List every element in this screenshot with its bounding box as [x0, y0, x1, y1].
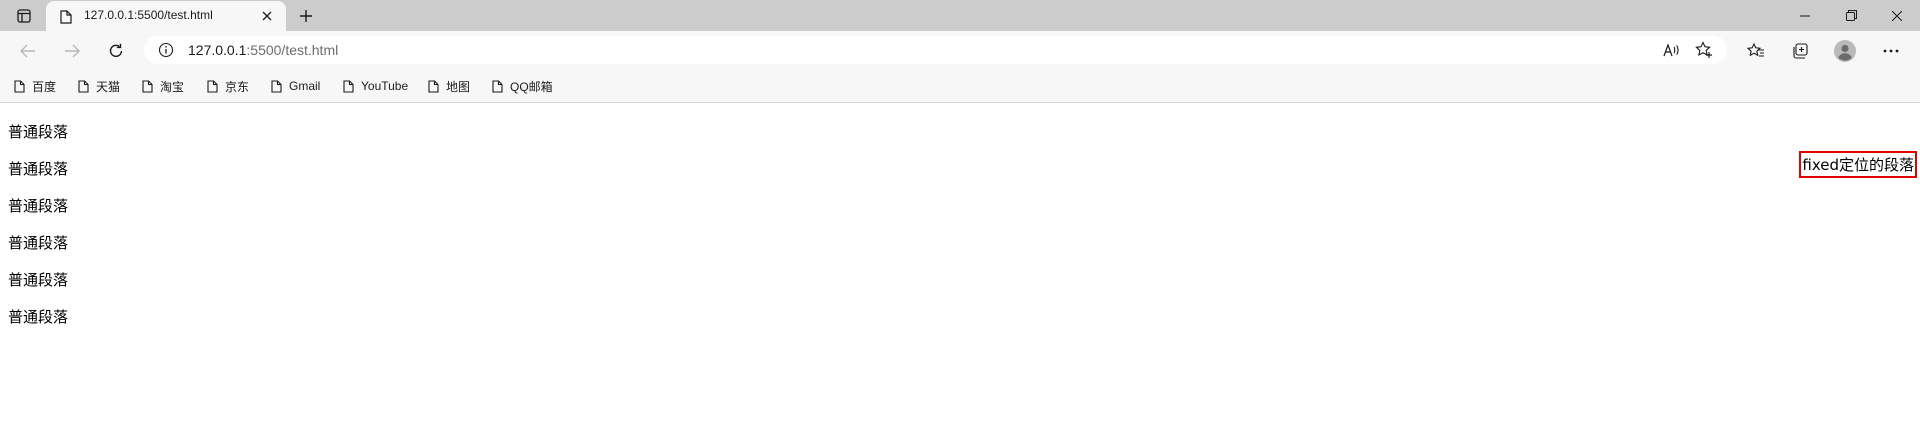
url-text[interactable]: 127.0.0.1:5500/test.html — [188, 42, 338, 58]
page-icon — [428, 79, 439, 93]
page-content: 普通段落 普通段落 普通段落 普通段落 普通段落 普通段落 fixed定位的段落 — [0, 103, 1920, 431]
bookmark-item[interactable]: 百度 — [14, 76, 56, 96]
restore-button[interactable] — [1828, 0, 1874, 31]
bookmarks-bar: 百度 天猫 淘宝 京东 Gmail YouTube 地图 QQ邮箱 — [0, 70, 1920, 103]
page-icon — [78, 79, 89, 93]
normal-paragraph: 普通段落 — [8, 234, 69, 252]
bookmark-item[interactable]: 淘宝 — [142, 76, 184, 96]
navigation-toolbar: 127.0.0.1:5500/test.html — [0, 31, 1920, 70]
page-icon — [343, 79, 354, 93]
refresh-button[interactable] — [102, 38, 130, 64]
page-icon — [492, 79, 503, 93]
bookmark-label: 京东 — [225, 79, 250, 94]
page-icon — [271, 79, 282, 93]
read-aloud-icon[interactable] — [1662, 41, 1682, 59]
bookmark-item[interactable]: Gmail — [271, 76, 320, 96]
add-favorite-icon[interactable] — [1694, 41, 1714, 59]
bookmark-label: 地图 — [446, 79, 471, 94]
normal-paragraph: 普通段落 — [8, 308, 69, 326]
close-icon[interactable] — [258, 7, 276, 25]
site-info-icon[interactable] — [158, 42, 174, 62]
normal-paragraph: 普通段落 — [8, 271, 69, 289]
collections-icon[interactable] — [1788, 39, 1812, 63]
active-tab[interactable]: 127.0.0.1:5500/test.html — [46, 1, 286, 31]
bookmark-label: Gmail — [289, 79, 321, 93]
page-icon — [60, 9, 72, 28]
more-options-icon[interactable] — [1879, 39, 1903, 63]
address-bar[interactable]: 127.0.0.1:5500/test.html — [144, 36, 1727, 64]
favorites-icon[interactable] — [1744, 39, 1768, 63]
normal-paragraph: 普通段落 — [8, 197, 69, 215]
new-tab-button[interactable] — [294, 4, 318, 28]
back-button[interactable] — [14, 38, 42, 64]
tab-strip: 127.0.0.1:5500/test.html — [0, 0, 1920, 31]
normal-paragraph: 普通段落 — [8, 160, 69, 178]
tab-title: 127.0.0.1:5500/test.html — [84, 8, 213, 22]
bookmark-item[interactable]: 地图 — [428, 76, 470, 96]
normal-paragraph: 普通段落 — [8, 123, 69, 141]
bookmark-label: QQ邮箱 — [510, 79, 553, 94]
bookmark-item[interactable]: 天猫 — [78, 76, 120, 96]
bookmark-label: 百度 — [32, 79, 57, 94]
tab-actions-icon[interactable] — [12, 5, 36, 27]
fixed-positioned-paragraph: fixed定位的段落 — [1799, 151, 1917, 178]
bookmark-label: YouTube — [361, 79, 409, 93]
page-icon — [14, 79, 25, 93]
close-window-button[interactable] — [1874, 0, 1920, 31]
bookmark-label: 淘宝 — [160, 79, 185, 94]
forward-button[interactable] — [58, 38, 86, 64]
bookmark-label: 天猫 — [96, 79, 121, 94]
minimize-button[interactable] — [1782, 0, 1828, 31]
page-icon — [207, 79, 218, 93]
bookmark-item[interactable]: QQ邮箱 — [492, 76, 553, 96]
page-icon — [142, 79, 153, 93]
bookmark-item[interactable]: YouTube — [343, 76, 408, 96]
profile-avatar-icon[interactable] — [1833, 39, 1857, 63]
bookmark-item[interactable]: 京东 — [207, 76, 249, 96]
